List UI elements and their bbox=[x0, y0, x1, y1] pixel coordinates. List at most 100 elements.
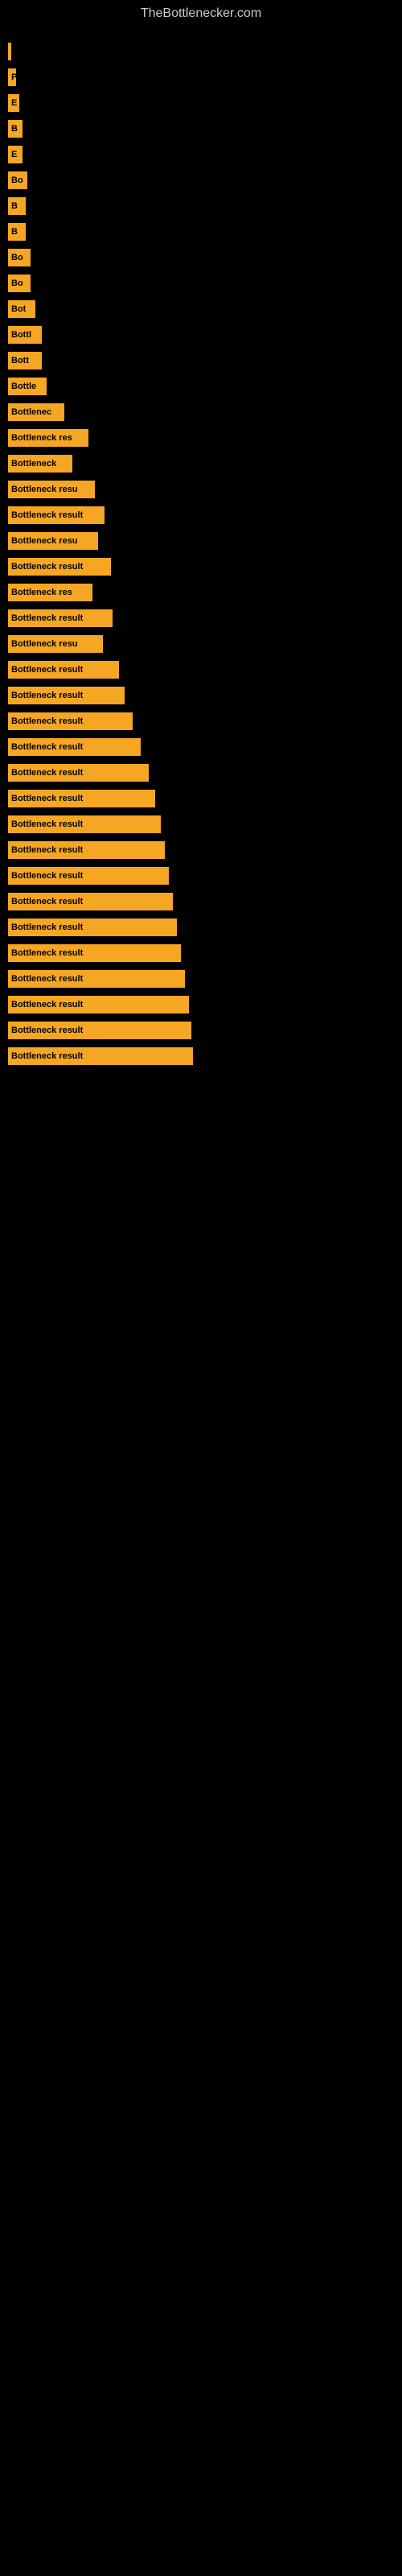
bar-32: Bottleneck result bbox=[8, 867, 169, 885]
bar-5: Bo bbox=[8, 171, 27, 189]
bar-30: Bottleneck result bbox=[8, 815, 161, 833]
bar-label-30: Bottleneck result bbox=[11, 819, 83, 829]
bar-13: Bottle bbox=[8, 378, 47, 395]
bar-row: Bottleneck result bbox=[8, 993, 394, 1016]
bar-16: Bottleneck bbox=[8, 455, 72, 473]
bar-15: Bottleneck res bbox=[8, 429, 88, 447]
bar-33: Bottleneck result bbox=[8, 893, 173, 910]
bar-label-27: Bottleneck result bbox=[11, 742, 83, 752]
bar-6: B bbox=[8, 197, 26, 215]
bar-row: Bo bbox=[8, 272, 394, 295]
bar-label-3: B bbox=[11, 124, 18, 134]
bar-row: Bottleneck res bbox=[8, 427, 394, 449]
bar-label-32: Bottleneck result bbox=[11, 871, 83, 881]
bar-27: Bottleneck result bbox=[8, 738, 141, 756]
bar-label-5: Bo bbox=[11, 175, 23, 185]
bar-9: Bo bbox=[8, 275, 31, 292]
bar-row: Bottleneck result bbox=[8, 607, 394, 630]
bar-21: Bottleneck res bbox=[8, 584, 92, 601]
bar-label-22: Bottleneck result bbox=[11, 613, 83, 623]
bar-label-31: Bottleneck result bbox=[11, 845, 83, 855]
bar-row: P bbox=[8, 66, 394, 89]
bar-label-12: Bott bbox=[11, 356, 29, 365]
bar-row: Bottleneck result bbox=[8, 684, 394, 707]
bar-36: Bottleneck result bbox=[8, 970, 185, 988]
bar-row: Bottleneck result bbox=[8, 1019, 394, 1042]
bar-label-2: E bbox=[11, 98, 17, 108]
bar-4: E bbox=[8, 146, 23, 163]
bar-label-23: Bottleneck resu bbox=[11, 639, 78, 649]
bar-label-6: B bbox=[11, 201, 18, 211]
bar-label-35: Bottleneck result bbox=[11, 948, 83, 958]
bar-label-33: Bottleneck result bbox=[11, 897, 83, 906]
bar-24: Bottleneck result bbox=[8, 661, 119, 679]
bar-18: Bottleneck result bbox=[8, 506, 105, 524]
bar-row: B bbox=[8, 195, 394, 217]
bar-label-1: P bbox=[11, 72, 16, 82]
bar-row: Bottleneck result bbox=[8, 710, 394, 733]
bar-25: Bottleneck result bbox=[8, 687, 125, 704]
bar-row: Bottleneck res bbox=[8, 581, 394, 604]
bar-label-8: Bo bbox=[11, 253, 23, 262]
bar-row: Bottleneck result bbox=[8, 1045, 394, 1067]
bar-row: Bottleneck result bbox=[8, 839, 394, 861]
bar-label-29: Bottleneck result bbox=[11, 794, 83, 803]
bar-row: Bottleneck result bbox=[8, 813, 394, 836]
bar-row: Bottleneck resu bbox=[8, 530, 394, 552]
bar-7: B bbox=[8, 223, 26, 241]
bar-row: B bbox=[8, 118, 394, 140]
bar-row: Bo bbox=[8, 169, 394, 192]
bar-label-36: Bottleneck result bbox=[11, 974, 83, 984]
bar-row: Bottleneck result bbox=[8, 504, 394, 526]
bar-row: Bottleneck result bbox=[8, 658, 394, 681]
bar-row: Bottleneck result bbox=[8, 787, 394, 810]
bar-row: | bbox=[8, 40, 394, 63]
bar-label-20: Bottleneck result bbox=[11, 562, 83, 572]
bar-34: Bottleneck result bbox=[8, 919, 177, 936]
bar-label-14: Bottlenec bbox=[11, 407, 51, 417]
bar-row: Bottlenec bbox=[8, 401, 394, 423]
bar-label-11: Bottl bbox=[11, 330, 31, 340]
bar-label-24: Bottleneck result bbox=[11, 665, 83, 675]
bar-row: Bottleneck resu bbox=[8, 478, 394, 501]
bar-label-25: Bottleneck result bbox=[11, 691, 83, 700]
bar-row: E bbox=[8, 143, 394, 166]
bar-row: Bottleneck result bbox=[8, 916, 394, 939]
bar-label-9: Bo bbox=[11, 279, 23, 288]
bar-37: Bottleneck result bbox=[8, 996, 189, 1013]
bar-label-21: Bottleneck res bbox=[11, 588, 72, 597]
bar-8: Bo bbox=[8, 249, 31, 266]
bar-row: E bbox=[8, 92, 394, 114]
bar-label-10: Bot bbox=[11, 304, 26, 314]
bar-row: Bottleneck result bbox=[8, 942, 394, 964]
bar-label-28: Bottleneck result bbox=[11, 768, 83, 778]
bar-row: Bottleneck result bbox=[8, 555, 394, 578]
bar-label-37: Bottleneck result bbox=[11, 1000, 83, 1009]
bar-row: Bottleneck bbox=[8, 452, 394, 475]
bar-10: Bot bbox=[8, 300, 35, 318]
bar-label-26: Bottleneck result bbox=[11, 716, 83, 726]
bar-label-19: Bottleneck resu bbox=[11, 536, 78, 546]
bar-row: Bottle bbox=[8, 375, 394, 398]
bar-1: P bbox=[8, 68, 16, 86]
bar-row: Bottleneck result bbox=[8, 890, 394, 913]
bar-label-13: Bottle bbox=[11, 382, 36, 391]
bar-11: Bottl bbox=[8, 326, 42, 344]
bar-label-4: E bbox=[11, 150, 17, 159]
bar-label-16: Bottleneck bbox=[11, 459, 56, 469]
bar-label-38: Bottleneck result bbox=[11, 1026, 83, 1035]
bar-14: Bottlenec bbox=[8, 403, 64, 421]
bar-26: Bottleneck result bbox=[8, 712, 133, 730]
bar-29: Bottleneck result bbox=[8, 790, 155, 807]
bar-label-15: Bottleneck res bbox=[11, 433, 72, 443]
bar-0: | bbox=[8, 43, 11, 60]
bar-22: Bottleneck result bbox=[8, 609, 113, 627]
bar-3: B bbox=[8, 120, 23, 138]
bar-row: Bott bbox=[8, 349, 394, 372]
bar-28: Bottleneck result bbox=[8, 764, 149, 782]
bar-row: Bo bbox=[8, 246, 394, 269]
bar-label-17: Bottleneck resu bbox=[11, 485, 78, 494]
bar-label-18: Bottleneck result bbox=[11, 510, 83, 520]
bar-row: Bottleneck result bbox=[8, 968, 394, 990]
bar-12: Bott bbox=[8, 352, 42, 369]
